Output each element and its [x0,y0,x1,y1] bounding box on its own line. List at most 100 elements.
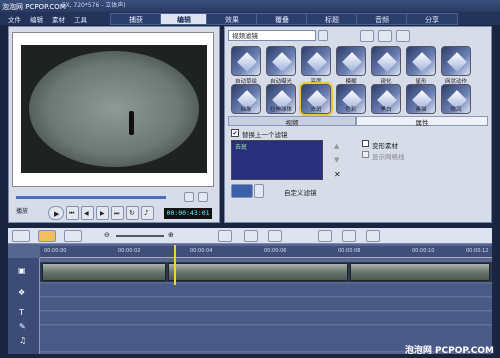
dropdown-arrow-icon[interactable] [318,30,328,41]
filter-label: 微风 [450,107,462,113]
timeline-panel: ⊖ ⊕ 00:00:00 00:00:02 00:00:04 00:00:06 … [8,228,492,354]
filter-dropdown[interactable]: 视频滤镜 [228,30,316,41]
custom-filter-label[interactable]: 自定义滤镜 [284,187,317,197]
tab-attributes[interactable]: 属性 [356,116,488,127]
redo-button[interactable] [244,230,258,242]
mark-out-button[interactable] [198,192,208,202]
play-button[interactable]: ▶ [48,206,64,220]
video-clip[interactable] [350,263,490,281]
video-clip[interactable] [42,263,166,281]
next-frame-button[interactable]: ▶ [96,206,109,220]
filter-label: 去斑 [310,107,322,113]
filter-auto-exposure[interactable] [266,46,296,76]
mix-button[interactable] [366,230,380,242]
storyboard-view-button[interactable] [12,230,30,242]
timeline-view-button[interactable] [38,230,56,242]
ruler-tick: 00:00:00 [44,248,67,254]
preset-arrow-icon[interactable] [254,184,264,198]
filter-label: 黑白 [380,107,392,113]
person-figure [129,111,134,135]
end-icon: ⏭ [114,210,120,217]
home-button[interactable]: ⏮ [66,206,79,220]
ruler-tick: 00:00:08 [338,248,361,254]
ruler-tick: 00:00:12 [466,248,489,254]
smart-proxy-button[interactable] [342,230,356,242]
music-track-icon[interactable]: ♫ [19,336,26,345]
timecode-display[interactable]: 00:00:43:01 [164,208,212,219]
options-icon[interactable] [396,30,410,42]
vignette-frame [29,51,199,167]
menu-tools[interactable]: 工具 [74,14,87,24]
video-frame [21,45,207,173]
mark-in-button[interactable] [184,192,194,202]
record-button[interactable] [268,230,282,242]
tab-audio[interactable]: 音频 [356,13,408,25]
scrub-bar[interactable] [16,196,166,199]
ruler-tick: 00:00:04 [190,248,213,254]
repeat-button[interactable]: ↻ [126,206,139,220]
watermark-top: 泡泡网 PCPOP.COM [2,3,66,11]
globe-icon[interactable] [378,30,392,42]
filter-label: 拉伸球体 [269,107,292,113]
grid-checkbox[interactable] [362,151,369,158]
video-track[interactable] [40,262,492,282]
prev-frame-button[interactable]: ◀ [81,206,94,220]
tab-title[interactable]: 标题 [306,13,358,25]
play-mode-label: 播放 [16,208,29,215]
overlay-track[interactable] [40,284,492,297]
zoom-out-icon[interactable]: ⊖ [104,231,110,239]
move-down-icon[interactable]: ▼ [334,156,339,164]
applied-filter-item[interactable]: 去斑 [232,141,322,152]
volume-button[interactable]: ♪ [141,206,154,220]
tab-capture[interactable]: 捕获 [110,13,162,25]
move-up-icon[interactable]: ▲ [334,142,339,150]
folder-icon[interactable] [360,30,374,42]
timeline-toolbar: ⊖ ⊕ [8,228,492,244]
video-clip[interactable] [168,263,348,281]
tab-share[interactable]: 分享 [406,13,458,25]
tab-overlay[interactable]: 覆叠 [256,13,308,25]
undo-button[interactable] [218,230,232,242]
tab-video-props[interactable]: 视频 [228,116,356,127]
replace-filter-checkbox[interactable]: ✔ [231,129,239,137]
menu-file[interactable]: 文件 [8,14,21,24]
preview-window [12,32,214,187]
time-ruler[interactable]: 00:00:00 00:00:02 00:00:04 00:00:06 00:0… [40,246,492,258]
filter-auto-sketch[interactable] [231,46,261,76]
end-button[interactable]: ⏭ [111,206,124,220]
batch-convert-button[interactable] [318,230,332,242]
home-icon: ⏮ [69,210,75,217]
filter-brightness[interactable] [301,46,331,76]
title-track-icon[interactable]: T [19,308,24,317]
applied-filter-list[interactable]: 去斑 [231,140,323,180]
play-icon: ▶ [54,210,60,218]
overlay-track-icon[interactable]: ❖ [18,288,25,297]
zoom-in-icon[interactable]: ⊕ [168,231,174,239]
menu-clip[interactable]: 素材 [52,14,65,24]
zoom-slider[interactable] [116,235,164,237]
prev-icon: ◀ [84,210,89,217]
track-headers: ▣ ❖ T ✎ ♫ [8,258,40,354]
delete-filter-icon[interactable]: ✕ [334,170,341,179]
title-track[interactable] [40,298,492,311]
next-icon: ▶ [100,210,105,217]
ruler-tick: 00:00:02 [118,248,141,254]
tab-edit[interactable]: 编辑 [160,13,208,25]
voice-track-icon[interactable]: ✎ [19,322,26,331]
voice-track[interactable] [40,312,492,325]
filter-mesh[interactable] [441,46,471,76]
repeat-icon: ↻ [129,209,135,217]
filter-star[interactable] [406,46,436,76]
tab-effects[interactable]: 效果 [206,13,258,25]
menu-edit[interactable]: 编辑 [30,14,43,24]
playhead[interactable] [174,245,176,285]
ruler-tick: 00:00:06 [264,248,287,254]
audio-view-button[interactable] [64,230,82,242]
filter-label: 抽象 [240,107,252,113]
video-track-icon[interactable]: ▣ [18,266,26,275]
filter-sharpen[interactable] [371,46,401,76]
distort-checkbox[interactable] [362,140,369,147]
filter-label: 色彩 [345,107,357,113]
filter-blur[interactable] [336,46,366,76]
filter-preset-button[interactable] [231,184,253,198]
